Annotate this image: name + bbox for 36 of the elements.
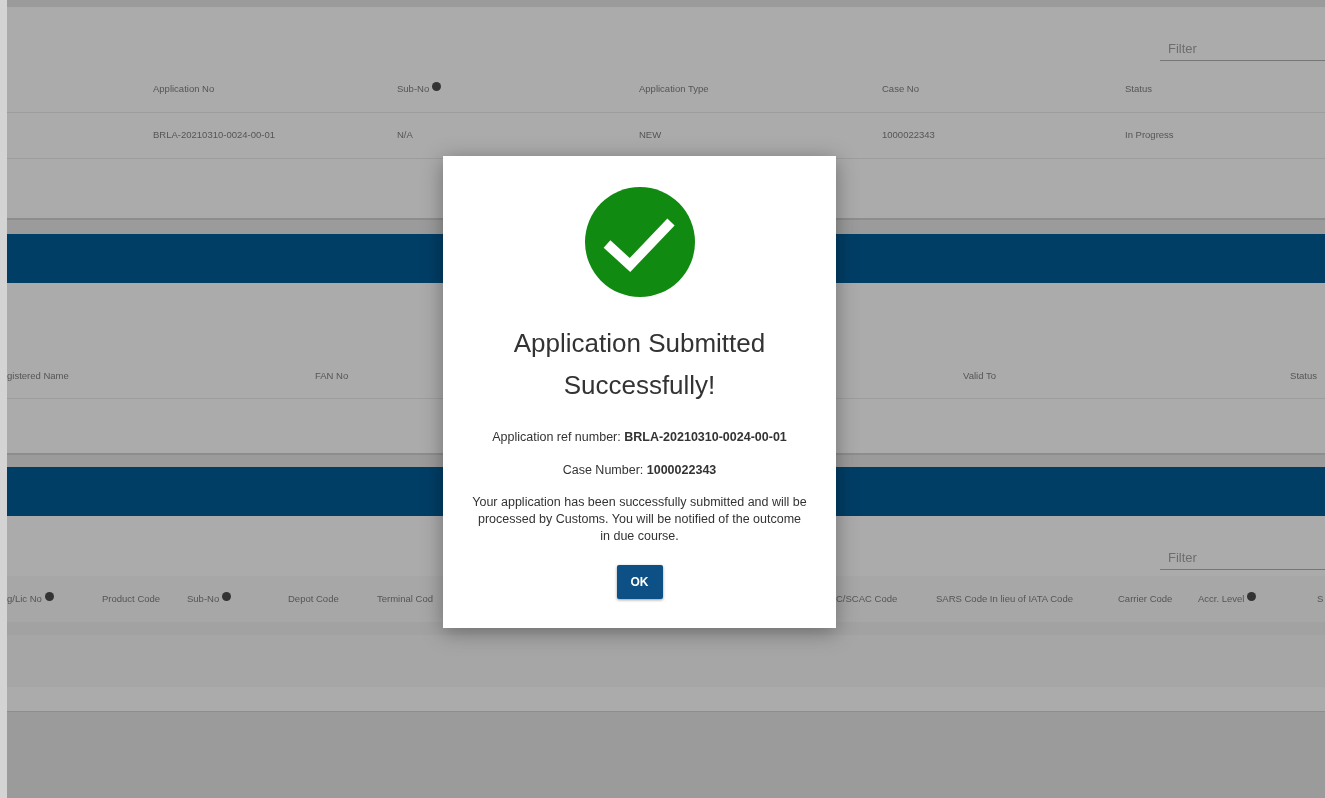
column-header: SARS Code In lieu of IATA Code <box>936 591 1074 606</box>
filter-field[interactable]: Filter <box>1160 36 1325 61</box>
table-cell-text: In Progress <box>1125 128 1175 143</box>
info-icon <box>432 82 442 92</box>
column-header: Accr. Level <box>1198 591 1317 607</box>
info-icon <box>1247 591 1257 601</box>
filter-field[interactable]: Filter <box>1160 545 1325 570</box>
success-check-icon <box>584 187 695 297</box>
table-cell-text: 1000022343 <box>882 128 936 143</box>
column-header: Product Code <box>102 591 162 606</box>
table-cell-text: N/A <box>397 128 414 143</box>
column-header: Carrier Code <box>1118 591 1174 606</box>
ok-button[interactable]: OK <box>616 564 663 599</box>
info-icon <box>44 591 54 601</box>
column-header: Depot Code <box>288 591 340 606</box>
detail-text: Case Number: 1000022343 <box>562 461 717 479</box>
column-header: Status <box>1290 369 1317 384</box>
column-header: S <box>1317 591 1325 606</box>
table-cell-text: NEW <box>639 128 663 143</box>
column-header: Sub-No <box>397 82 639 97</box>
info-icon <box>222 591 232 601</box>
dialog-message: Your application has been successfully submitted and will be processed by Customs. You will be notified of the outcome in due course. <box>472 493 807 545</box>
column-header: Case No <box>882 82 920 97</box>
column-header: Sub-No <box>187 591 288 607</box>
column-header: gistered Name <box>7 369 70 384</box>
column-header: Application Type <box>639 82 710 97</box>
table-cell-text: BRLA-20210310-0024-00-01 <box>153 128 276 143</box>
column-header: Valid To <box>963 369 997 384</box>
column-header: Status <box>1125 82 1153 97</box>
column-header: Application No <box>153 82 216 97</box>
column-header: C/SCAC Code <box>836 591 899 606</box>
column-header: Terminal Cod <box>377 591 434 606</box>
dialog-title: Application Submitted Successfully! <box>512 327 767 402</box>
detail-text: Application ref number: BRLA-20210310-0024-00-01 <box>492 429 787 446</box>
column-header: g/Lic No <box>7 591 102 607</box>
column-header: FAN No <box>315 369 350 384</box>
